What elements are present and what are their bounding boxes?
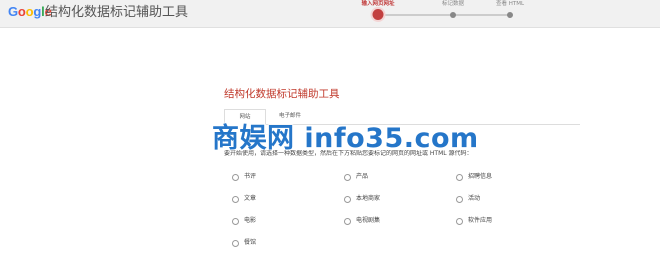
option-local-business[interactable]: 本地商家 bbox=[344, 194, 380, 204]
stepper-line bbox=[378, 14, 510, 16]
radio-button[interactable] bbox=[456, 173, 463, 181]
instruction-text: 要开始使用，请选择一种数据类型，然后在下方粘贴您要标记的网页的网址或 HTML … bbox=[224, 150, 473, 157]
option-tv-episode[interactable]: 电视剧集 bbox=[344, 216, 380, 226]
option-product[interactable]: 产品 bbox=[344, 172, 368, 182]
page: Google 结构化数据标记辅助工具 输入网页网址 标记数据 查看 HTML 结… bbox=[0, 0, 660, 265]
option-label: 活动 bbox=[468, 195, 481, 202]
option-label: 软件应用 bbox=[468, 217, 493, 224]
option-software-app[interactable]: 软件应用 bbox=[456, 216, 492, 226]
radio-button[interactable] bbox=[344, 173, 351, 181]
option-label: 餐馆 bbox=[244, 239, 257, 246]
option-movie[interactable]: 电影 bbox=[232, 216, 256, 226]
tab-bar: 网站 电子邮件 bbox=[224, 109, 580, 125]
radio-button[interactable] bbox=[232, 173, 239, 181]
option-label: 招聘信息 bbox=[468, 173, 493, 180]
option-label: 本地商家 bbox=[356, 195, 381, 202]
radio-button[interactable] bbox=[456, 195, 463, 203]
step-indicator-tag-data bbox=[450, 12, 456, 18]
option-restaurant[interactable]: 餐馆 bbox=[232, 238, 256, 248]
option-event[interactable]: 活动 bbox=[456, 194, 480, 204]
option-label: 文章 bbox=[244, 195, 257, 202]
tab-email[interactable]: 电子邮件 bbox=[270, 109, 310, 124]
option-job-posting[interactable]: 招聘信息 bbox=[456, 172, 492, 182]
option-label: 电视剧集 bbox=[356, 217, 381, 224]
radio-button[interactable] bbox=[232, 195, 239, 203]
option-label: 产品 bbox=[356, 173, 369, 180]
step-label-tag-data: 标记数据 bbox=[441, 1, 465, 7]
radio-button[interactable] bbox=[232, 239, 239, 247]
option-label: 电影 bbox=[244, 217, 257, 224]
tab-website[interactable]: 网站 bbox=[224, 109, 266, 125]
step-label-view-html: 查看 HTML bbox=[495, 1, 525, 7]
step-indicator-enter-url bbox=[372, 9, 384, 20]
app-title: 结构化数据标记辅助工具 bbox=[45, 5, 189, 20]
radio-button[interactable] bbox=[232, 217, 239, 225]
top-header: Google 结构化数据标记辅助工具 输入网页网址 标记数据 查看 HTML bbox=[0, 0, 660, 28]
radio-button[interactable] bbox=[344, 217, 351, 225]
radio-button[interactable] bbox=[456, 217, 463, 225]
page-title: 结构化数据标记辅助工具 bbox=[224, 88, 340, 100]
radio-button[interactable] bbox=[344, 195, 351, 203]
step-indicator-view-html bbox=[507, 12, 513, 18]
step-label-enter-url: 输入网页网址 bbox=[361, 1, 395, 7]
option-label: 书评 bbox=[244, 173, 257, 180]
option-book-review[interactable]: 书评 bbox=[232, 172, 256, 182]
option-article[interactable]: 文章 bbox=[232, 194, 256, 204]
